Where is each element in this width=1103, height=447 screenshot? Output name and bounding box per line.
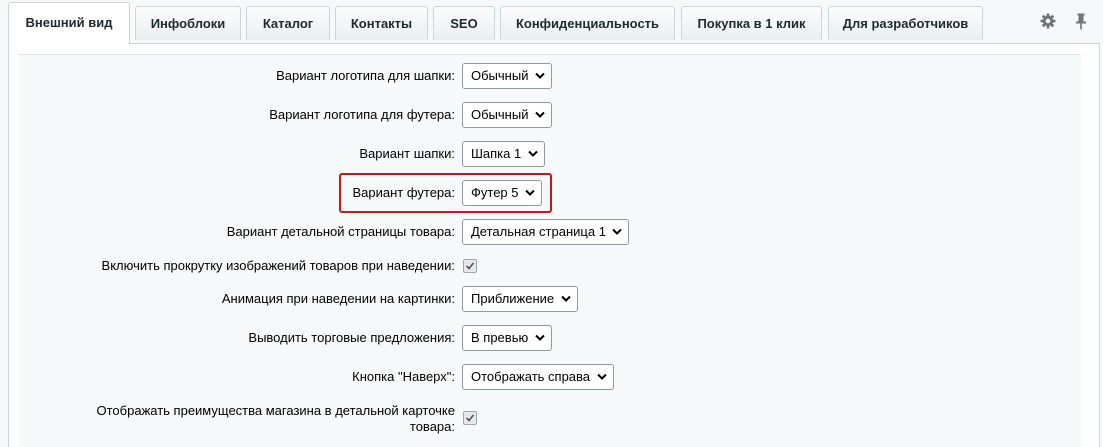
select-value: Отображать справа <box>471 369 591 384</box>
trade-offers-select[interactable]: В превью <box>462 325 552 351</box>
setting-label: Выводить торговые предложения: <box>248 330 455 345</box>
select-value: Обычный <box>471 107 529 122</box>
settings-page: Внешний вид Инфоблоки Каталог Контакты S… <box>0 0 1103 447</box>
chevron-down-icon <box>535 334 545 341</box>
tab-privacy[interactable]: Конфиденциальность <box>500 6 675 40</box>
store-advantages-checkbox[interactable] <box>463 411 477 425</box>
scroll-top-button-select[interactable]: Отображать справа <box>462 364 614 390</box>
footer-variant-select[interactable]: Футер 5 <box>462 180 542 206</box>
tab-developers[interactable]: Для разработчиков <box>828 6 983 40</box>
setting-label: Кнопка "Наверх": <box>352 369 455 384</box>
chevron-down-icon <box>525 189 535 196</box>
select-value: В превью <box>471 330 529 345</box>
select-value: Футер 5 <box>471 185 519 200</box>
image-scroll-checkbox[interactable] <box>463 259 477 273</box>
setting-label: Вариант логотипа для шапки: <box>276 68 455 83</box>
setting-label: Вариант детальной страницы товара: <box>226 224 455 239</box>
chevron-down-icon <box>535 111 545 118</box>
settings-form: Вариант логотипа для шапки: Обычный Вари… <box>19 54 1081 447</box>
hover-animation-select[interactable]: Приближение <box>462 286 578 312</box>
setting-label: Отображать преимущества магазина в детал… <box>96 403 455 434</box>
chevron-down-icon <box>561 295 571 302</box>
setting-label: Включить прокрутку изображений товаров п… <box>101 258 455 273</box>
settings-panel: Вариант логотипа для шапки: Обычный Вари… <box>8 43 1100 447</box>
select-value: Обычный <box>471 68 529 83</box>
tab-seo[interactable]: SEO <box>433 6 495 40</box>
chevron-down-icon <box>535 72 545 79</box>
select-value: Приближение <box>471 291 555 306</box>
tab-bar: Внешний вид Инфоблоки Каталог Контакты S… <box>0 0 1103 44</box>
setting-label: Анимация при наведении на картинки: <box>221 291 455 306</box>
tab-infoblocks[interactable]: Инфоблоки <box>135 6 241 40</box>
setting-label: Вариант шапки: <box>359 146 455 161</box>
chevron-down-icon <box>528 150 538 157</box>
tab-catalog[interactable]: Каталог <box>246 6 330 40</box>
tab-one-click-purchase[interactable]: Покупка в 1 клик <box>681 6 822 40</box>
chevron-down-icon <box>597 373 607 380</box>
checkmark-icon <box>465 262 475 270</box>
tab-contacts[interactable]: Контакты <box>335 6 428 40</box>
gear-icon[interactable] <box>1037 10 1059 32</box>
chevron-down-icon <box>612 228 622 235</box>
footer-logo-select[interactable]: Обычный <box>462 102 552 128</box>
select-value: Детальная страница 1 <box>471 224 606 239</box>
header-logo-select[interactable]: Обычный <box>462 63 552 89</box>
select-value: Шапка 1 <box>471 146 522 161</box>
setting-label: Вариант футера: <box>352 185 455 200</box>
checkmark-icon <box>465 414 475 422</box>
tab-appearance[interactable]: Внешний вид <box>8 2 130 44</box>
header-variant-select[interactable]: Шапка 1 <box>462 141 545 167</box>
setting-label: Вариант логотипа для футера: <box>269 107 455 122</box>
product-detail-page-select[interactable]: Детальная страница 1 <box>462 219 629 245</box>
pin-icon[interactable] <box>1070 10 1092 32</box>
